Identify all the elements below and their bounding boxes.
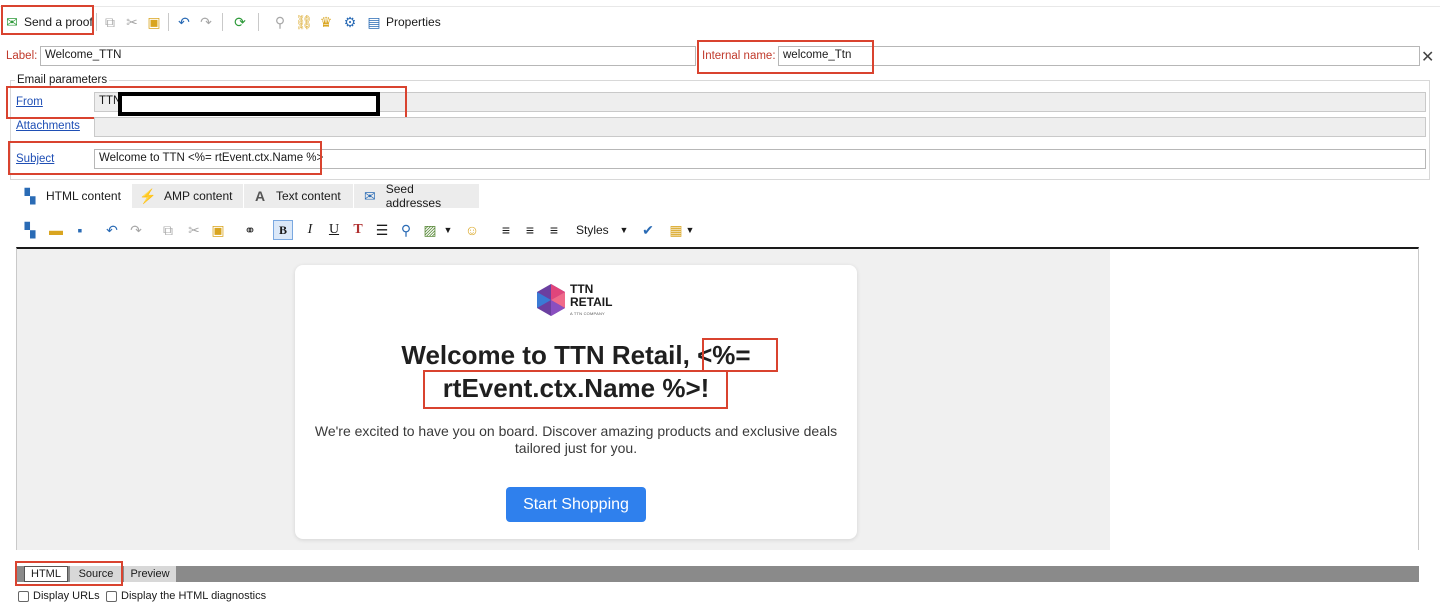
tab-html[interactable]: HTML [24,566,68,582]
align-left-icon[interactable]: ≡ [498,222,514,238]
html-editor-canvas[interactable]: TTN RETAIL A TTN COMPANY Welcome to TTN … [16,247,1419,550]
email-paragraph: We're excited to have you on board. Disc… [314,423,838,456]
logo-line2: RETAIL [570,295,613,309]
attach-icon[interactable]: ⚲ [272,14,288,30]
close-icon[interactable]: ✕ [1421,47,1434,67]
tab-amp-content[interactable]: ⚡ AMP content [132,184,244,208]
align-right-icon[interactable]: ≡ [546,222,562,238]
copy-icon[interactable]: ⧉ [160,222,176,238]
cut-icon[interactable]: ✂ [186,222,202,238]
internal-name-caption: Internal name: [702,50,776,62]
attachments-link[interactable]: Attachments [16,120,80,132]
chevron-down-icon[interactable]: ▼ [616,222,632,238]
bold-button[interactable]: B [273,220,293,240]
paste-icon[interactable]: ▣ [210,222,226,238]
paste-icon[interactable]: ▣ [146,14,162,30]
internal-name-input[interactable]: welcome_Ttn [778,46,1420,66]
toolbar-divider [258,13,259,31]
email-card: TTN RETAIL A TTN COMPANY Welcome to TTN … [295,265,857,539]
canvas-right-area [1110,249,1418,550]
main-toolbar: ✉ Send a proof ⧉ ✂ ▣ ↶ ↷ ⟳ ⚲ ⛓ ♛ ⚙ ▤ Pro… [0,6,1440,36]
link-icon[interactable]: ⚲ [398,222,414,238]
new-icon[interactable]: ▚ [22,222,38,238]
editor-mode-tabs: HTML Source Preview [16,566,1419,582]
tab-source[interactable]: Source [70,566,122,582]
list-icon[interactable]: ☰ [374,222,390,238]
chevron-down-icon[interactable]: ▼ [440,222,456,238]
editor-toolbar: ▚ ▬ ▪ ↶ ↷ ⧉ ✂ ▣ ⚭ B I U T ☰ ⚲ ▨ ▼ ☺ ≡ ≡ … [14,214,1420,246]
redo-icon[interactable]: ↷ [198,14,214,30]
tab-seed-addresses[interactable]: ✉ Seed addresses [354,182,480,210]
tab-preview[interactable]: Preview [124,566,176,582]
copy-icon[interactable]: ⧉ [102,14,118,30]
link-icon[interactable]: ⛓ [295,14,313,30]
email-parameters-title: Email parameters [15,74,110,86]
find-icon[interactable]: ⚭ [242,222,258,238]
chevron-down-icon[interactable]: ▼ [682,222,698,238]
clipboard-icon: ▤ [367,14,381,30]
start-shopping-button[interactable]: Start Shopping [506,487,646,522]
label-caption: Label: [6,50,38,62]
send-proof-button[interactable]: ✉ Send a proof [4,11,93,33]
subject-input[interactable]: Welcome to TTN <%= rtEvent.ctx.Name %> [94,149,1426,169]
properties-button[interactable]: ▤ Properties [366,11,440,33]
open-folder-icon[interactable]: ▬ [48,222,64,238]
emoji-icon[interactable]: ☺ [464,222,480,238]
undo-icon[interactable]: ↶ [104,222,120,238]
cut-icon[interactable]: ✂ [124,14,140,30]
styles-dropdown[interactable]: Styles [576,223,609,237]
amp-icon: ⚡ [139,188,157,204]
refresh-icon[interactable]: ⟳ [232,14,248,30]
display-diagnostics-checkbox[interactable]: Display the HTML diagnostics [106,590,266,602]
attachments-field[interactable] [94,117,1426,137]
italic-icon[interactable]: I [302,222,318,238]
from-link[interactable]: From [16,96,43,108]
underline-icon[interactable]: U [326,222,342,238]
tab-html-content[interactable]: ▚ HTML content [14,184,132,208]
email-headline: Welcome to TTN Retail, <%= rtEvent.ctx.N… [401,340,751,403]
redacted-bar [118,92,380,116]
content-tabs: ▚ HTML content ⚡ AMP content A Text cont… [14,182,1418,210]
align-center-icon[interactable]: ≡ [522,222,538,238]
text-color-icon[interactable]: T [350,222,366,238]
image-icon[interactable]: ▨ [422,222,438,238]
checkbox-box[interactable] [18,590,29,602]
undo-icon[interactable]: ↶ [176,14,192,30]
ttn-retail-logo: TTN RETAIL A TTN COMPANY [535,283,625,319]
toolbar-divider [222,13,223,31]
checkbox-box[interactable] [106,590,117,602]
display-urls-checkbox[interactable]: Display URLs [18,590,100,602]
seed-icon: ✉ [364,188,376,204]
html-icon: ▚ [24,188,36,204]
send-proof-icon: ✉ [6,14,18,30]
redo-icon[interactable]: ↷ [128,222,144,238]
toolbar-divider [168,13,169,31]
save-icon[interactable]: ▪ [72,222,88,238]
logo-subtitle: A TTN COMPANY [570,311,605,316]
logo-mark-icon [537,284,565,316]
personalize-icon[interactable]: ♛ [318,14,334,30]
subject-link[interactable]: Subject [16,153,54,165]
spellcheck-icon[interactable]: ✔ [640,222,656,238]
text-icon: A [254,188,266,204]
label-input[interactable]: Welcome_TTN [40,46,696,66]
tracking-icon[interactable]: ⚙ [342,14,358,30]
toolbar-divider [96,13,97,31]
tab-text-content[interactable]: A Text content [244,184,354,208]
